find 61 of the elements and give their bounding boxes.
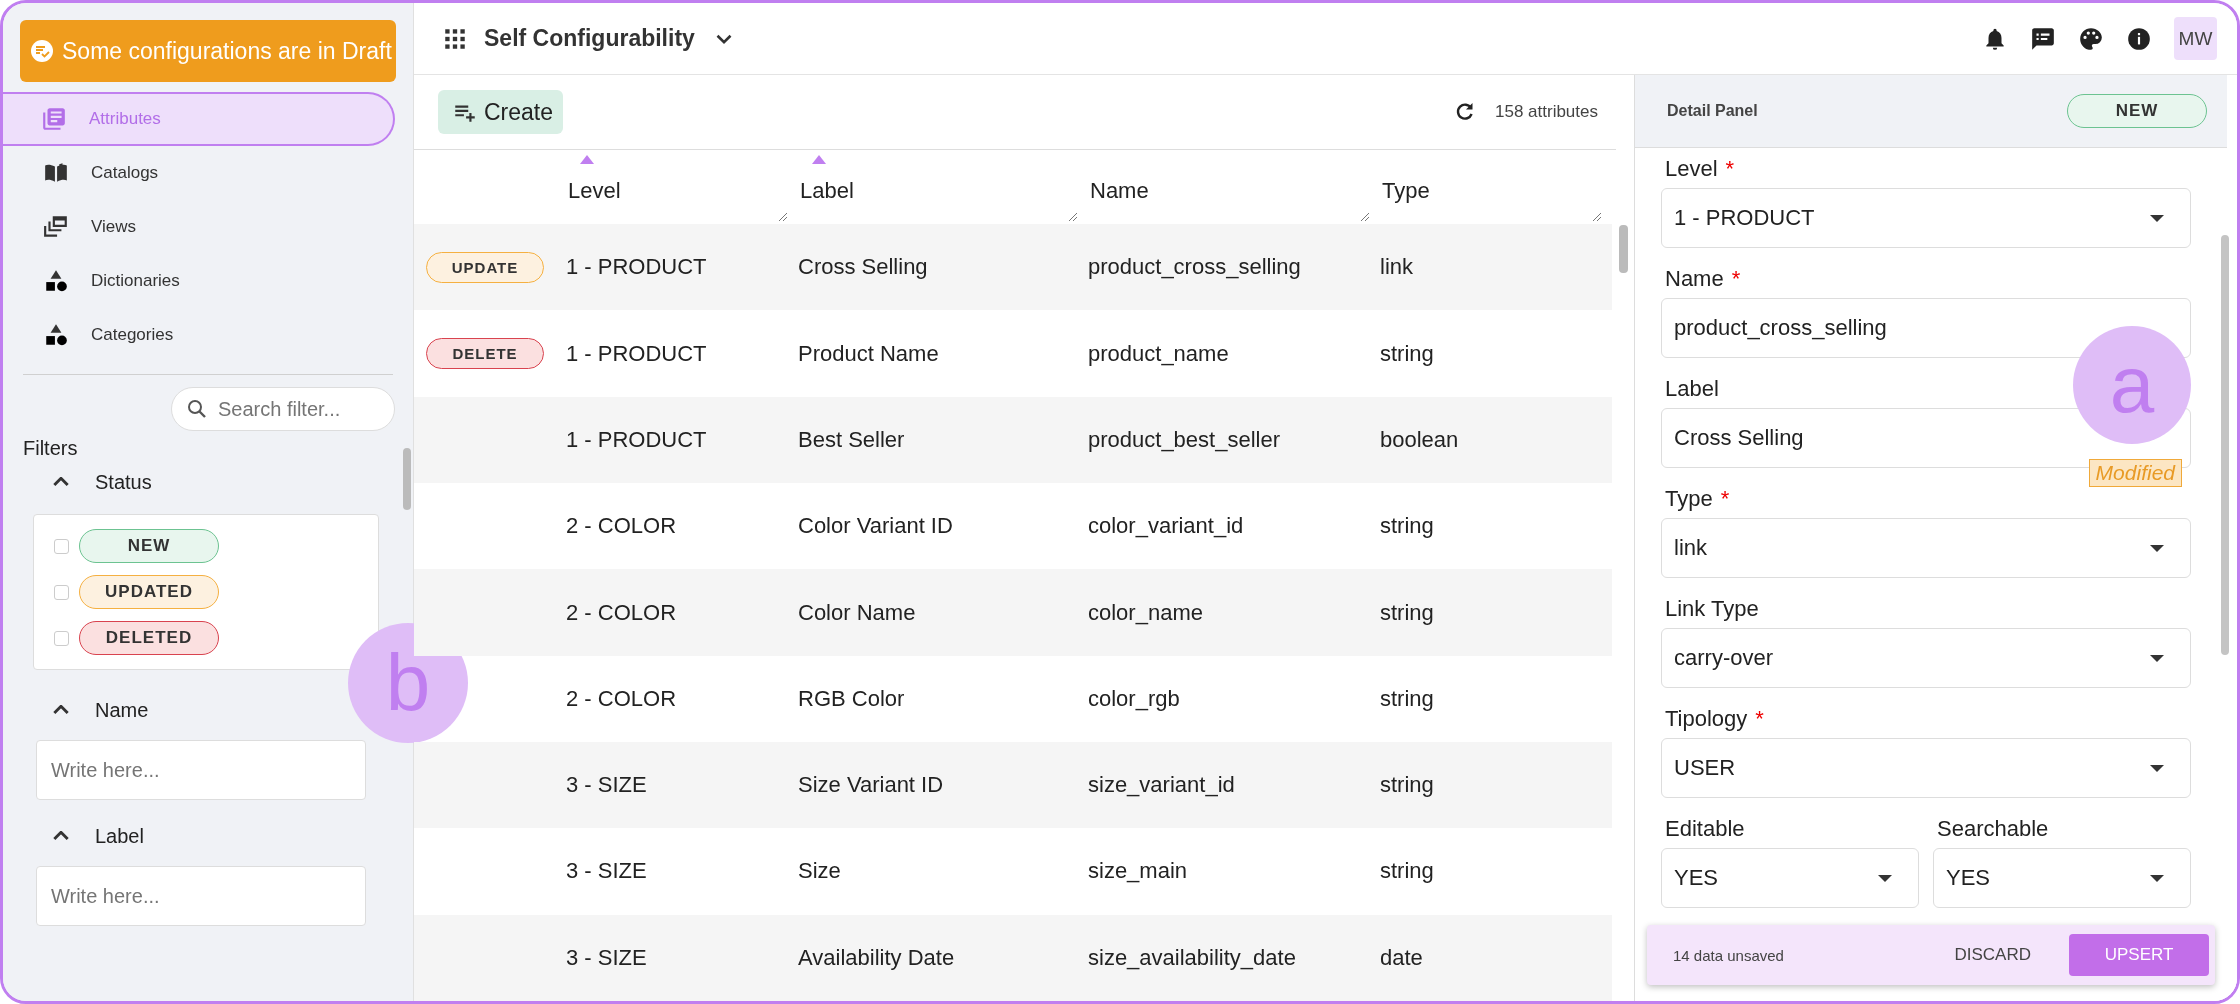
field-label: Searchable (1937, 816, 2049, 842)
table-cell-text: Availability Date (798, 944, 956, 971)
table-cell-text: 1 - PRODUCT (566, 340, 708, 367)
modified-badge: Modified (2088, 459, 2182, 487)
table-cell-text: 3 - SIZE (566, 858, 648, 885)
table-cell-text: string (1380, 685, 1435, 712)
table-cell-text: size_main (1088, 858, 1189, 885)
panel-title: Detail Panel (1667, 102, 1758, 120)
field-label: Type (1665, 486, 1713, 512)
table-cell-text: Size (798, 858, 842, 885)
table-cell-text: Color Variant ID (798, 513, 954, 540)
required-asterisk: * (1731, 266, 1741, 292)
table-cell-text: string (1380, 513, 1435, 540)
table-cell-text: Cross Selling (798, 254, 929, 281)
status-tag: UPDATE (426, 251, 544, 283)
status-tag: DELETE (426, 338, 544, 370)
field-label: Editable (1665, 816, 1745, 842)
required-asterisk: * (1720, 486, 1730, 512)
table-cell-text: color_variant_id (1088, 513, 1245, 540)
field-label: Level (1665, 156, 1718, 182)
status-tag: NEW (79, 529, 219, 563)
required-asterisk: * (1755, 706, 1764, 732)
table-cell-text: string (1380, 772, 1435, 799)
table-cell-text: date (1380, 944, 1424, 971)
table-cell-text: Product Name (798, 340, 940, 367)
table-cell-text: Best Seller (798, 426, 906, 453)
table-cell-text: product_cross_selling (1088, 254, 1302, 281)
table-cell-text: 2 - COLOR (566, 599, 678, 626)
table-cell-text: product_name (1088, 340, 1230, 367)
table-cell-text: string (1380, 858, 1435, 885)
table-cell-text: Color Name (798, 599, 917, 626)
table-cell-text: link (1380, 254, 1414, 281)
table-cell-text: Size Variant ID (798, 772, 945, 799)
required-asterisk: * (1725, 156, 1735, 182)
table-cell-text: string (1380, 340, 1435, 367)
field-label: Label (1665, 376, 1719, 402)
table-cell-text: string (1380, 599, 1435, 626)
table-cell-text: 1 - PRODUCT (566, 426, 708, 453)
status-tag: UPDATED (79, 575, 219, 609)
table-cell-text: 2 - COLOR (566, 513, 678, 540)
field-label: Name (1665, 266, 1724, 292)
table-cell-text: size_variant_id (1088, 772, 1236, 799)
field-label: Tipology (1665, 706, 1748, 732)
field-label: Link Type (1665, 596, 1759, 622)
table-cell-text: 2 - COLOR (566, 685, 678, 712)
app-title: Self Configurability (484, 25, 695, 52)
table-cell-text: 3 - SIZE (566, 772, 648, 799)
status-tag: NEW (2067, 94, 2207, 128)
annotation-tooltip: a (2073, 326, 2191, 444)
table-cell-text: size_availability_date (1088, 944, 1297, 971)
table-cell-text: 3 - SIZE (566, 944, 648, 971)
table-cell-text: color_rgb (1088, 685, 1181, 712)
table-cell-text: boolean (1380, 426, 1460, 453)
filters-heading: Filters (23, 437, 79, 460)
table-cell-text: color_name (1088, 599, 1204, 626)
unsaved-message: 14 data unsaved (1673, 946, 1785, 964)
status-tag: DELETED (79, 621, 219, 655)
attribute-count: 158 attributes (1495, 102, 1598, 122)
table-cell-text: RGB Color (798, 685, 906, 712)
table-cell-text: product_best_seller (1088, 426, 1281, 453)
table-cell-text: 1 - PRODUCT (566, 254, 708, 281)
